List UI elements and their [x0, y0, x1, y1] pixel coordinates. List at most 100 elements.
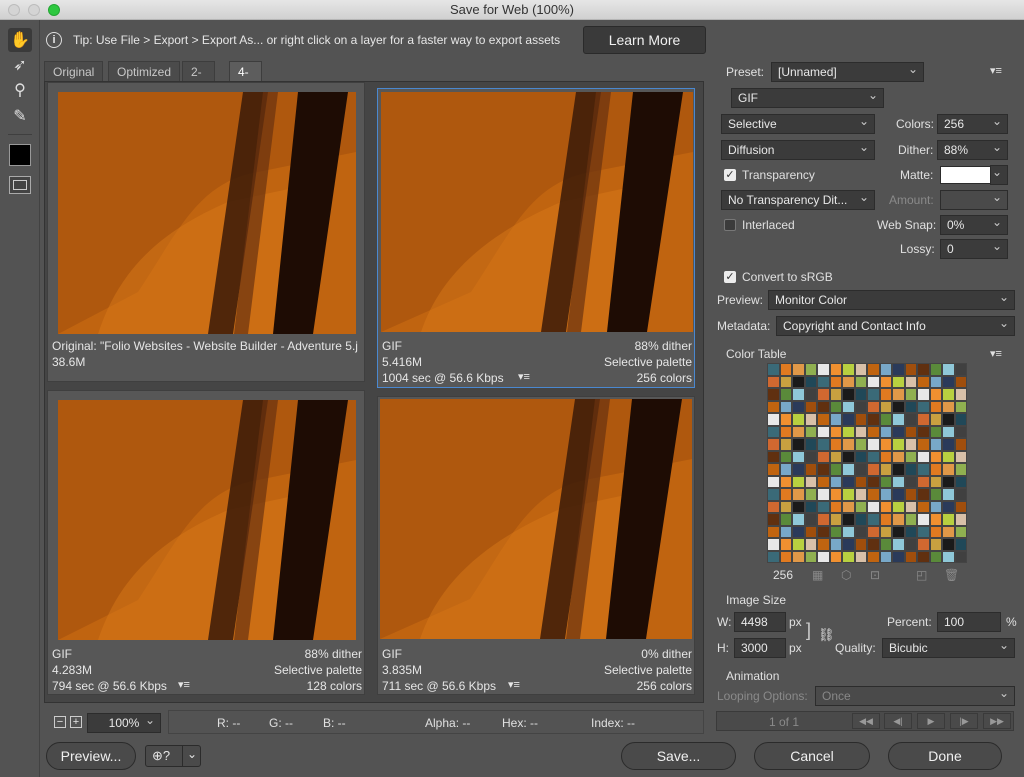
quality-select[interactable]: Bicubic	[882, 636, 1015, 658]
color-swatch[interactable]	[879, 475, 892, 488]
color-swatch[interactable]	[767, 425, 780, 438]
color-swatch[interactable]	[804, 463, 817, 476]
color-swatch[interactable]	[879, 413, 892, 426]
zoom-in-button[interactable]: +	[70, 716, 82, 728]
color-swatch[interactable]	[817, 363, 830, 376]
color-swatch[interactable]	[879, 438, 892, 451]
color-swatch[interactable]	[792, 425, 805, 438]
color-swatch[interactable]	[792, 550, 805, 563]
download-menu-icon[interactable]: ▾≡	[518, 370, 530, 383]
color-swatch[interactable]	[817, 425, 830, 438]
color-swatch[interactable]	[842, 363, 855, 376]
color-swatch[interactable]	[779, 538, 792, 551]
color-swatch[interactable]	[804, 500, 817, 513]
color-swatch[interactable]	[892, 525, 905, 538]
width-input[interactable]: 4498	[734, 612, 786, 632]
web-snap-input[interactable]: 0%	[940, 213, 1008, 235]
toggle-slices-button[interactable]	[9, 176, 31, 194]
color-swatch[interactable]	[792, 363, 805, 376]
color-swatch[interactable]	[929, 500, 942, 513]
color-swatch[interactable]	[929, 538, 942, 551]
matte-color-swatch[interactable]	[940, 166, 991, 184]
color-swatch[interactable]	[892, 388, 905, 401]
color-swatch[interactable]	[892, 425, 905, 438]
color-swatch[interactable]	[942, 400, 955, 413]
color-swatch[interactable]	[904, 400, 917, 413]
color-swatch[interactable]	[867, 388, 880, 401]
color-swatch[interactable]	[867, 538, 880, 551]
color-swatch[interactable]	[842, 475, 855, 488]
color-swatch[interactable]	[917, 363, 930, 376]
color-swatch[interactable]	[904, 500, 917, 513]
color-swatch[interactable]	[779, 463, 792, 476]
color-swatch[interactable]	[917, 463, 930, 476]
color-swatch[interactable]	[917, 500, 930, 513]
color-swatch[interactable]	[929, 488, 942, 501]
color-swatch[interactable]	[879, 538, 892, 551]
color-swatch[interactable]	[917, 475, 930, 488]
color-swatch[interactable]	[942, 363, 955, 376]
prev-frame-button[interactable]: ◀|	[884, 713, 912, 729]
color-swatch[interactable]	[954, 525, 967, 538]
color-swatch[interactable]	[829, 525, 842, 538]
color-swatch[interactable]	[954, 475, 967, 488]
color-swatch[interactable]	[817, 500, 830, 513]
color-swatch[interactable]	[942, 450, 955, 463]
color-swatch[interactable]	[767, 475, 780, 488]
color-swatch[interactable]	[829, 375, 842, 388]
colors-select[interactable]: 256	[937, 112, 1008, 134]
save-button[interactable]: Save...	[621, 742, 736, 770]
color-swatch[interactable]	[954, 500, 967, 513]
color-swatch[interactable]	[904, 425, 917, 438]
color-swatch[interactable]	[954, 438, 967, 451]
color-swatch[interactable]	[829, 450, 842, 463]
tab-optimized[interactable]: Optimized	[108, 61, 181, 81]
color-swatch[interactable]	[792, 488, 805, 501]
eyedropper-tool[interactable]: ✎	[8, 104, 32, 128]
color-swatch[interactable]	[854, 425, 867, 438]
color-swatch[interactable]	[867, 363, 880, 376]
color-swatch[interactable]	[929, 463, 942, 476]
color-swatch[interactable]	[767, 538, 780, 551]
color-swatch[interactable]	[854, 413, 867, 426]
color-swatch[interactable]	[817, 413, 830, 426]
color-swatch[interactable]	[929, 425, 942, 438]
color-swatch[interactable]	[767, 363, 780, 376]
color-swatch[interactable]	[904, 375, 917, 388]
color-swatch[interactable]	[942, 475, 955, 488]
color-swatch[interactable]	[817, 450, 830, 463]
color-swatch[interactable]	[904, 463, 917, 476]
color-swatch[interactable]	[829, 513, 842, 526]
color-swatch[interactable]	[917, 388, 930, 401]
play-button[interactable]: ▶	[917, 713, 945, 729]
color-swatch[interactable]	[892, 488, 905, 501]
color-swatch[interactable]	[792, 450, 805, 463]
color-swatch[interactable]	[942, 525, 955, 538]
color-swatch[interactable]	[929, 388, 942, 401]
color-swatch[interactable]	[842, 550, 855, 563]
download-menu-icon[interactable]: ▾≡	[508, 678, 520, 691]
preview-color-select[interactable]: Monitor Color	[768, 288, 1015, 310]
color-swatch[interactable]	[942, 538, 955, 551]
color-swatch[interactable]	[954, 375, 967, 388]
color-swatch[interactable]	[779, 438, 792, 451]
color-swatch[interactable]	[942, 500, 955, 513]
color-swatch[interactable]	[817, 463, 830, 476]
color-swatch[interactable]	[867, 425, 880, 438]
color-swatch[interactable]	[904, 488, 917, 501]
tab-original[interactable]: Original	[44, 61, 104, 81]
color-swatch[interactable]	[942, 550, 955, 563]
color-swatch[interactable]	[817, 438, 830, 451]
color-swatch[interactable]	[904, 513, 917, 526]
color-swatch[interactable]	[954, 425, 967, 438]
color-swatch[interactable]	[792, 463, 805, 476]
color-swatch[interactable]	[879, 513, 892, 526]
color-swatch[interactable]	[804, 450, 817, 463]
color-swatch[interactable]	[767, 400, 780, 413]
color-swatch[interactable]	[779, 375, 792, 388]
color-swatch[interactable]	[942, 375, 955, 388]
color-swatch[interactable]	[929, 513, 942, 526]
color-swatch[interactable]	[854, 363, 867, 376]
color-swatch[interactable]	[817, 400, 830, 413]
color-swatch[interactable]	[942, 413, 955, 426]
